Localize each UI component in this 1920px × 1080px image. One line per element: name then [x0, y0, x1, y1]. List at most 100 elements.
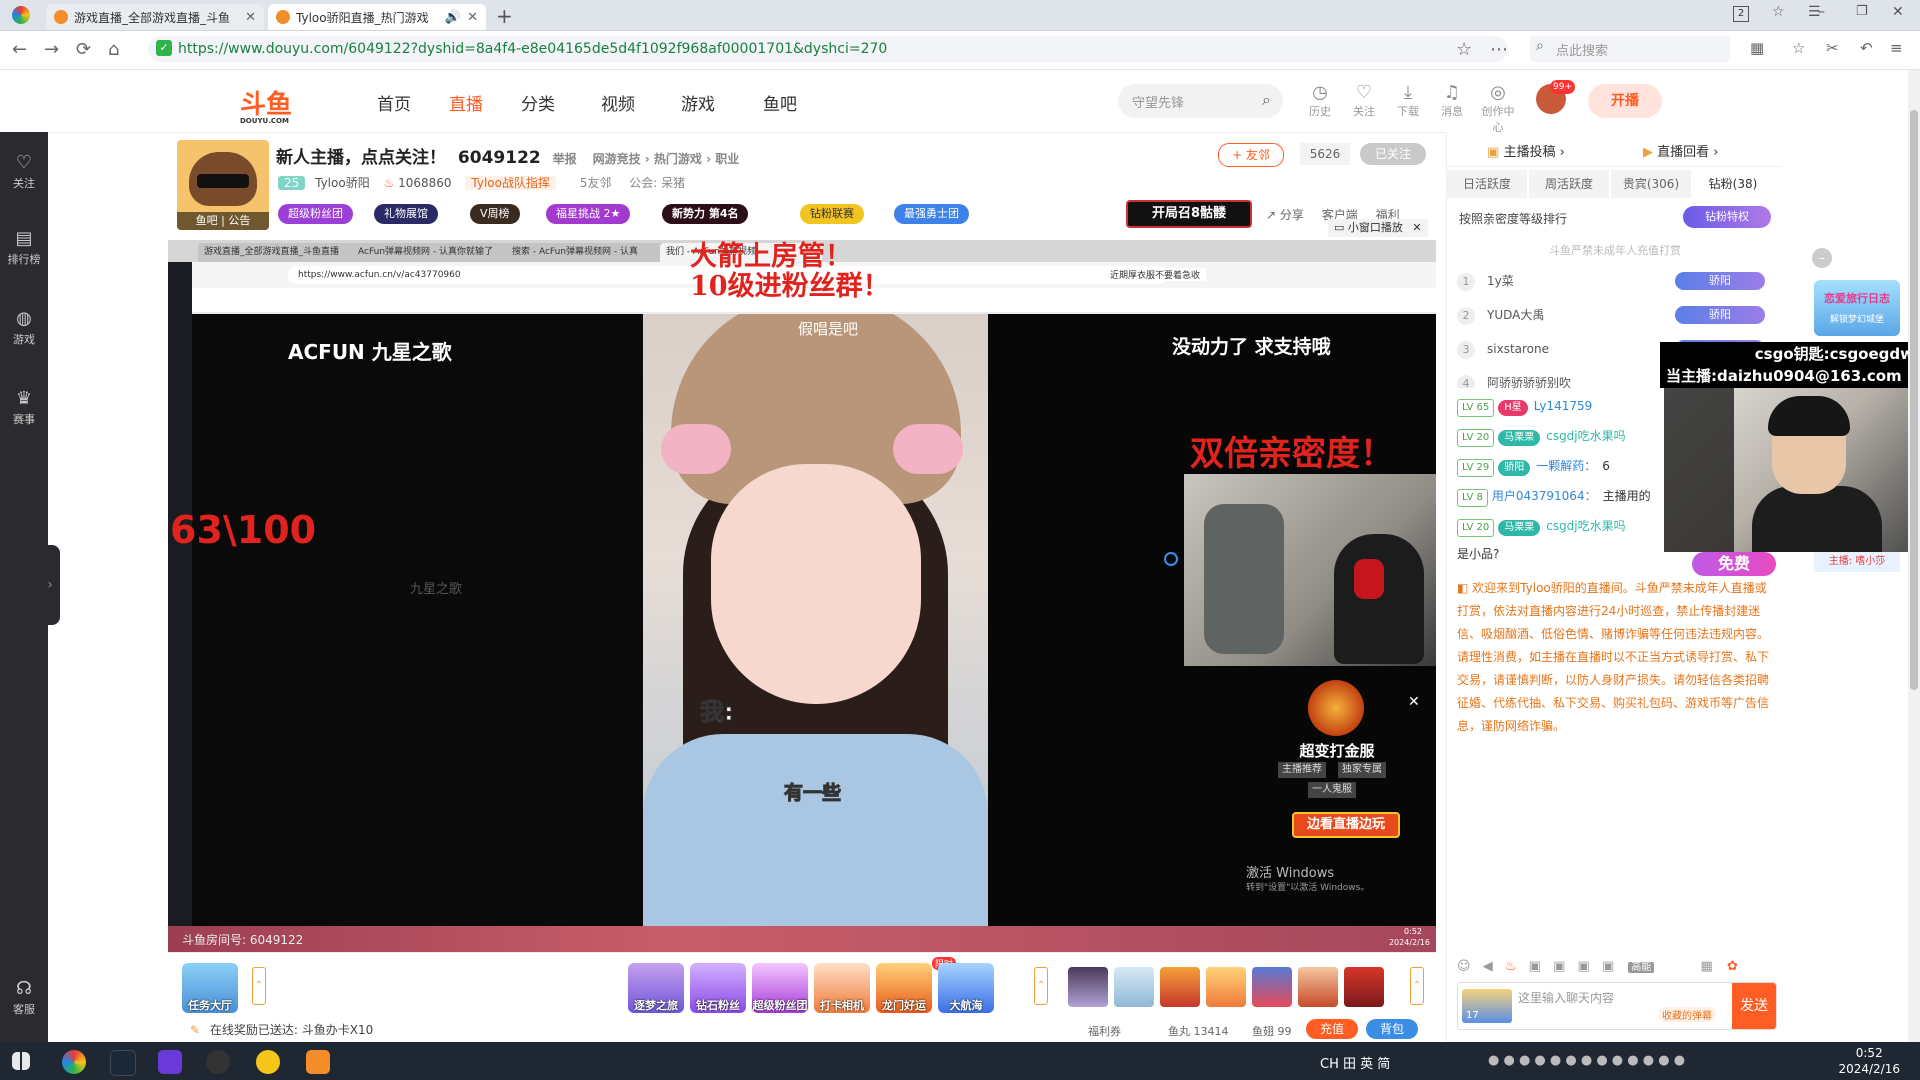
gift-super-fan[interactable]: 超级粉丝团	[752, 963, 808, 1013]
report-link[interactable]: 举报	[553, 152, 577, 166]
scissors-icon[interactable]: ✂	[1826, 39, 1839, 57]
nav-home[interactable]: 首页	[377, 90, 411, 115]
close-window-icon[interactable]: ✕	[1892, 4, 1904, 20]
tray-icons[interactable]: ● ● ● ● ● ● ● ● ● ● ● ● ●	[1488, 1053, 1685, 1068]
badge-new-force[interactable]: 新势力 第4名	[662, 204, 749, 224]
badge-brave-team[interactable]: 最强勇士团	[894, 204, 969, 224]
video-player[interactable]: 游戏直播_全部游戏直播_斗鱼直播 AcFun弹幕视频网 - 认真你就输了 搜索 …	[168, 240, 1436, 952]
gift-slot[interactable]	[1298, 967, 1338, 1007]
free-badge[interactable]: 免费	[1692, 552, 1776, 576]
host-tag[interactable]: 主播: 嗜小莎	[1814, 552, 1900, 572]
gift-slot[interactable]	[1252, 967, 1292, 1007]
share-button[interactable]: ↗ 分享	[1266, 208, 1304, 222]
promo-close-icon[interactable]: ✕	[1408, 694, 1420, 710]
badge-gift-gallery[interactable]: 礼物展馆	[374, 204, 438, 224]
gift-dragon-luck[interactable]: 龙门好运	[876, 963, 932, 1013]
windows-start-icon[interactable]	[12, 1052, 30, 1070]
page-scrollbar[interactable]	[1908, 70, 1920, 1042]
maximize-icon[interactable]: ❐	[1856, 4, 1868, 19]
gift-dream-journey[interactable]: 逐梦之旅	[628, 963, 684, 1013]
gift-checkin-camera[interactable]: 打卡相机	[814, 963, 870, 1013]
reload-icon[interactable]: ⟳	[76, 39, 91, 60]
url-input[interactable]: ✓ https://www.douyu.com/6049122?dyshid=8…	[148, 36, 1508, 62]
window-count-badge[interactable]: 2	[1733, 6, 1749, 22]
badge-diamond-league[interactable]: 钻粉联赛	[800, 204, 864, 224]
task-hall-button[interactable]: 任务大厅	[182, 963, 238, 1013]
tab-vip[interactable]: 贵宾(306)	[1611, 170, 1691, 198]
site-search-input[interactable]: 守望先锋 ⌕	[1118, 84, 1283, 118]
sidebar-item-rank[interactable]: ▤ 排行榜	[0, 228, 48, 267]
browser-taskbar-icon[interactable]	[62, 1050, 86, 1074]
audio-icon[interactable]: 🔊	[445, 10, 461, 25]
star-bookmark-icon[interactable]: ☆	[1456, 39, 1472, 60]
gift-slot[interactable]	[1206, 967, 1246, 1007]
chat-input[interactable]: 17 这里输入聊天内容 收藏的弹幕 发送	[1457, 982, 1777, 1030]
add-friend-button[interactable]: + 友邻	[1218, 143, 1284, 167]
followed-button[interactable]: 已关注	[1360, 143, 1426, 165]
tab-game-live[interactable]: 游戏直播_全部游戏直播_斗鱼 ✕	[46, 4, 264, 30]
tab-diamond-fans[interactable]: 钻粉(38)	[1693, 170, 1773, 198]
tab-daily-active[interactable]: 日活跃度	[1447, 170, 1527, 198]
gift-slot[interactable]	[1068, 967, 1108, 1007]
gift-voyage[interactable]: 大航海	[938, 963, 994, 1013]
streamer-avatar[interactable]: 鱼吧 | 公告	[177, 140, 269, 230]
tool-icon[interactable]: ▣	[1553, 959, 1565, 974]
expand-left-icon[interactable]: ⌃	[252, 967, 266, 1005]
sidebar-expand-handle[interactable]: ›	[40, 545, 60, 625]
nav-live[interactable]: 直播	[449, 90, 483, 115]
rank-row[interactable]: 2 YUDA大禹 骄阳	[1457, 300, 1777, 330]
saved-barrage-button[interactable]: 收藏的弹幕	[1658, 1007, 1716, 1022]
message-button[interactable]: ♫ 消息	[1432, 82, 1472, 119]
send-button[interactable]: 发送	[1732, 983, 1776, 1029]
high-energy-button[interactable]: 高能	[1628, 962, 1655, 973]
download-button[interactable]: ⤓ 下载	[1388, 82, 1428, 119]
grid-icon[interactable]: ▦	[1750, 39, 1764, 57]
douyu-logo[interactable]: 斗鱼 DOUYU.COM	[240, 84, 292, 125]
nav-category[interactable]: 分类	[521, 90, 555, 115]
browser-logo-icon[interactable]	[12, 6, 30, 24]
megaphone-icon[interactable]: ◀	[1483, 959, 1493, 974]
emoji-icon[interactable]: ☺	[1457, 959, 1471, 974]
streamer-submission-link[interactable]: ▣ 主播投稿 ›	[1487, 141, 1565, 160]
badge-super-fan[interactable]: 超级粉丝团	[278, 204, 353, 224]
barrage-toggle-icon[interactable]: ▦	[1701, 959, 1713, 974]
nav-game[interactable]: 游戏	[681, 90, 715, 115]
creator-button[interactable]: ◎ 创作中心	[1478, 82, 1518, 135]
home-icon[interactable]: ⌂	[108, 39, 119, 60]
expand-right-icon[interactable]: ⌃	[1410, 967, 1424, 1005]
event-banner[interactable]: 开局召8骷髅	[1126, 200, 1252, 228]
recharge-button[interactable]: 充值	[1306, 1019, 1358, 1039]
badge-v-week[interactable]: V周榜	[470, 204, 520, 224]
nav-video[interactable]: 视频	[601, 90, 635, 115]
more-icon[interactable]: ⋯	[1490, 39, 1508, 60]
sidebar-item-game[interactable]: ◍ 游戏	[0, 308, 48, 347]
tool-icon[interactable]: ▣	[1578, 959, 1590, 974]
nav-yuba[interactable]: 鱼吧	[763, 90, 797, 115]
menu-lines-icon[interactable]: ≡	[1890, 39, 1903, 57]
love-journey-banner[interactable]: 恋爱旅行日志 解锁梦幻城堡	[1814, 280, 1900, 336]
close-tab-icon[interactable]: ✕	[245, 10, 256, 25]
steam-icon[interactable]	[110, 1050, 136, 1076]
tab-weekly-active[interactable]: 周活跃度	[1529, 170, 1609, 198]
tool-icon[interactable]: ▣	[1602, 959, 1614, 974]
friends-count[interactable]: 5友邻	[580, 176, 612, 190]
sidebar-item-event[interactable]: ♛ 赛事	[0, 388, 48, 427]
app-icon[interactable]	[256, 1050, 280, 1074]
taskbar-clock[interactable]: 0:52 2024/2/16	[1838, 1045, 1900, 1077]
close-mini-icon[interactable]: ✕	[1412, 221, 1421, 234]
gift-diamond-fan[interactable]: 钻石粉丝	[690, 963, 746, 1013]
rank-row[interactable]: 1 1y菜 骄阳	[1457, 266, 1777, 296]
fire-gift-icon[interactable]: ♨	[1505, 959, 1517, 974]
back-icon[interactable]: ←	[12, 39, 27, 60]
tool-icon[interactable]: ▣	[1529, 959, 1541, 974]
ime-indicator[interactable]: CH 田 英 简	[1320, 1053, 1390, 1072]
douyu-taskbar-icon[interactable]	[306, 1050, 330, 1074]
team-badge[interactable]: Tyloo战队指挥	[465, 176, 556, 190]
favorites-icon[interactable]: ☆	[1792, 39, 1805, 57]
gift-slot[interactable]	[1114, 967, 1154, 1007]
search-icon[interactable]: ⌕	[1262, 90, 1271, 110]
game-promo[interactable]: 超变打金服 主播推荐 独家专属 一人鬼服 边看直播边玩	[1272, 680, 1402, 850]
undo-icon[interactable]: ↶	[1860, 39, 1873, 57]
app-icon[interactable]	[158, 1050, 182, 1074]
streamer-name[interactable]: Tyloo骄阳	[315, 176, 370, 190]
